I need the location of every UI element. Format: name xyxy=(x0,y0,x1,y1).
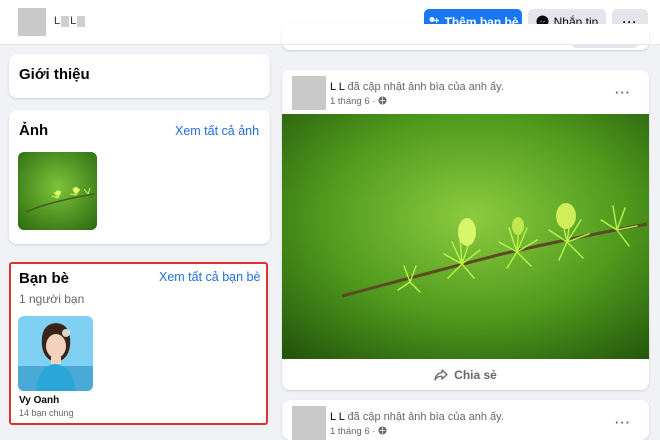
friend-photo[interactable] xyxy=(18,316,93,391)
intro-card: Giới thiệu xyxy=(9,54,270,98)
post-author[interactable]: L L xyxy=(330,411,344,423)
post-card: L L đã cập nhật ảnh bìa của anh ấy. 1 th… xyxy=(282,400,649,440)
post-image[interactable] xyxy=(282,114,649,359)
post-meta: 1 tháng 6 · xyxy=(330,426,387,437)
cover-photo-image xyxy=(282,114,649,359)
name-redaction xyxy=(77,15,86,27)
post-author[interactable]: L L xyxy=(330,81,344,93)
globe-icon xyxy=(378,96,387,105)
photo-thumbnail[interactable] xyxy=(18,152,97,230)
post-header: L L đã cập nhật ảnh bìa của anh ấy. xyxy=(330,81,504,93)
see-all-friends-link[interactable]: Xem tất cả bạn bè xyxy=(159,270,260,284)
friends-count: 1 người bạn xyxy=(19,292,85,306)
share-button[interactable]: Chia sẻ xyxy=(282,359,649,390)
share-icon xyxy=(434,368,448,381)
share-label: Chia sẻ xyxy=(454,367,497,382)
profile-name-last: L xyxy=(70,15,77,27)
friend-name[interactable]: Vy Oanh xyxy=(19,395,59,406)
post-card: L L đã cập nhật ảnh bìa của anh ấy. 1 th… xyxy=(282,70,649,390)
post-more-icon[interactable]: ··· xyxy=(615,415,631,430)
name-redaction xyxy=(61,15,70,27)
post-author-avatar[interactable] xyxy=(292,406,326,440)
header-overlap xyxy=(282,24,649,45)
friend-mutual-count: 14 bạn chung xyxy=(19,408,74,418)
profile-name[interactable]: LL xyxy=(54,15,86,27)
post-meta: 1 tháng 6 · xyxy=(330,96,387,107)
profile-name-first: L xyxy=(54,15,61,27)
post-header: L L đã cập nhật ảnh bìa của anh ấy. xyxy=(330,411,504,423)
see-all-photos-link[interactable]: Xem tất cả ảnh xyxy=(175,124,259,138)
photos-title[interactable]: Ảnh xyxy=(19,122,48,139)
globe-icon xyxy=(378,426,387,435)
post-more-icon[interactable]: ··· xyxy=(615,85,631,100)
friend-avatar-image xyxy=(18,316,93,391)
intro-title: Giới thiệu xyxy=(19,66,90,83)
profile-avatar[interactable] xyxy=(18,8,46,36)
post-action: đã cập nhật ảnh bìa của anh ấy. xyxy=(347,81,504,93)
post-action: đã cập nhật ảnh bìa của anh ấy. xyxy=(347,411,504,423)
post-time[interactable]: 1 tháng 6 · xyxy=(330,426,375,437)
post-author-avatar[interactable] xyxy=(292,76,326,110)
larch-branch-image xyxy=(18,152,97,230)
post-time[interactable]: 1 tháng 6 · xyxy=(330,96,375,107)
profile-identity[interactable]: LL xyxy=(14,4,96,38)
friends-title[interactable]: Bạn bè xyxy=(19,270,69,287)
